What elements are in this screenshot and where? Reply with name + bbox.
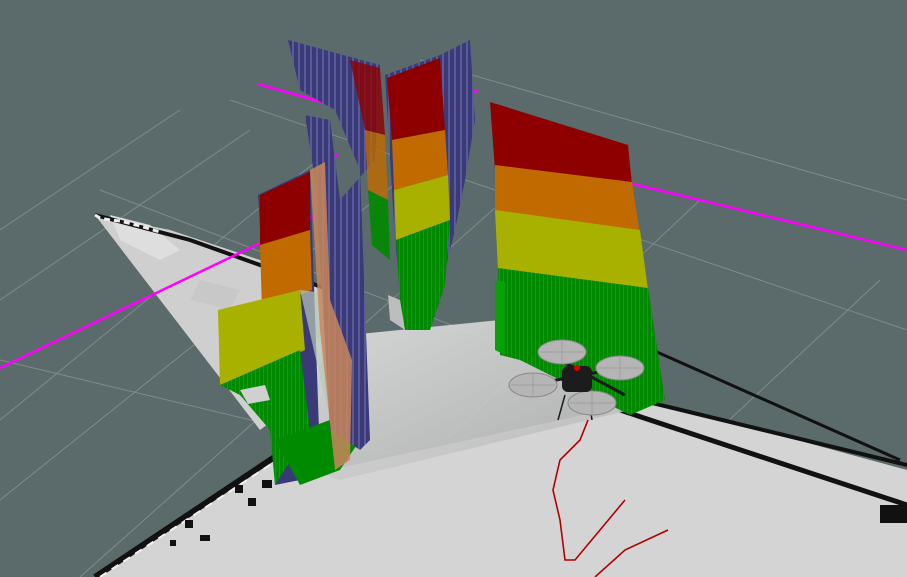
3d-viewport[interactable]	[0, 0, 907, 577]
